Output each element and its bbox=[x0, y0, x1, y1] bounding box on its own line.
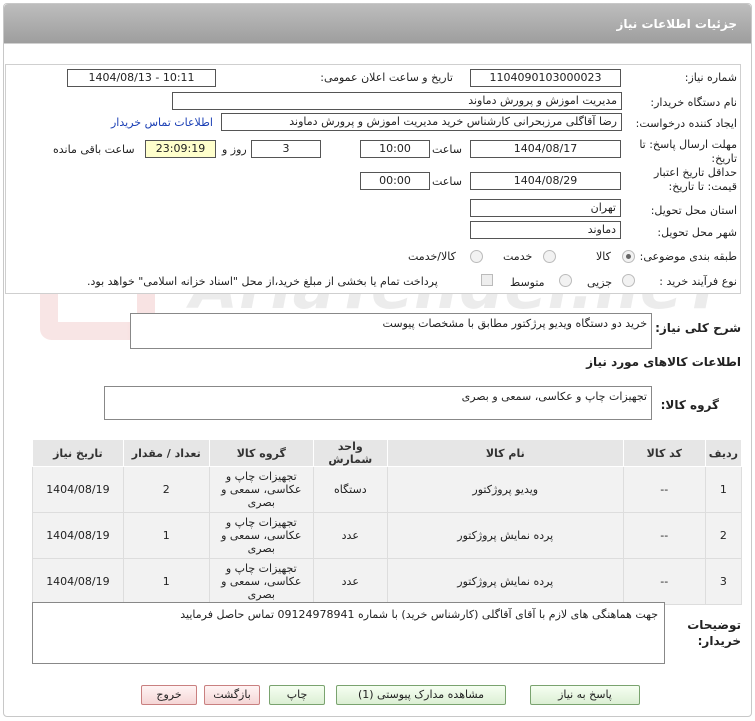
process-option-minor: جزیی bbox=[587, 276, 613, 289]
buyer-org-label: نام دستگاه خریدار: bbox=[650, 96, 737, 109]
col-header-item-code: کد کالا bbox=[622, 439, 706, 467]
remaining-time-label: ساعت باقی مانده bbox=[53, 143, 135, 156]
cell-quantity: 2 bbox=[122, 466, 210, 513]
cell-item-name: ویدیو پروژکتور bbox=[386, 466, 624, 513]
treasury-payment-checkbox[interactable] bbox=[481, 274, 493, 286]
deadline-label: مهلت ارسال پاسخ: تا تاریخ: bbox=[639, 138, 737, 165]
cell-quantity: 1 bbox=[122, 558, 210, 605]
category-option-service: خدمت bbox=[503, 250, 533, 263]
cell-unit: دستگاه bbox=[312, 466, 388, 513]
back-button[interactable]: بازگشت bbox=[204, 685, 260, 705]
city-label: شهر محل تحویل: bbox=[657, 226, 737, 239]
category-option-goods: کالا bbox=[596, 250, 611, 263]
validity-time-field: 00:00 bbox=[360, 172, 430, 190]
view-attachments-button[interactable]: مشاهده مدارک پیوستی (1) bbox=[336, 685, 506, 705]
cell-goods-group: تجهیزات چاپ و عکاسی، سمعی و بصری bbox=[208, 466, 314, 513]
category-radio-goods[interactable] bbox=[622, 250, 635, 263]
province-field: تهران bbox=[470, 199, 621, 217]
cell-item-code: -- bbox=[622, 558, 706, 605]
announce-date-label: تاریخ و ساعت اعلان عمومی: bbox=[320, 71, 453, 84]
cell-item-code: -- bbox=[622, 466, 706, 513]
items-table: ردیف کد کالا نام کالا واحد شمارش گروه کا… bbox=[32, 439, 743, 605]
creator-label: ایجاد کننده درخواست: bbox=[635, 117, 737, 130]
city-field: دماوند bbox=[470, 221, 621, 239]
cell-row-number: 1 bbox=[704, 466, 743, 513]
buyer-contact-link[interactable]: اطلاعات تماس خریدار bbox=[111, 116, 213, 129]
cell-need-date: 1404/08/19 bbox=[32, 558, 124, 605]
category-radio-goods-service[interactable] bbox=[470, 250, 483, 263]
validity-date-field: 1404/08/29 bbox=[470, 172, 621, 190]
cell-unit: عدد bbox=[312, 558, 388, 605]
goods-section-title: اطلاعات کالاهای مورد نیاز bbox=[586, 355, 741, 369]
creator-field: رضا آقاگلی مرزبحرانی کارشناس خرید مدیریت… bbox=[221, 113, 622, 131]
province-label: استان محل تحویل: bbox=[650, 204, 737, 217]
col-header-item-name: نام کالا bbox=[386, 439, 624, 467]
cell-goods-group: تجهیزات چاپ و عکاسی، سمعی و بصری bbox=[208, 512, 314, 559]
cell-row-number: 2 bbox=[704, 512, 743, 559]
category-option-goods-service: کالا/خدمت bbox=[408, 250, 456, 263]
cell-need-date: 1404/08/19 bbox=[32, 512, 124, 559]
buyer-notes-label: توضیحات خریدار: bbox=[687, 618, 741, 648]
deadline-time-label: ساعت bbox=[432, 143, 462, 156]
col-header-quantity: تعداد / مقدار bbox=[122, 439, 210, 467]
print-button[interactable]: چاپ bbox=[269, 685, 325, 705]
summary-field: خرید دو دستگاه ویدیو پرژکتور مطابق با مش… bbox=[130, 313, 652, 349]
buyer-notes-field: جهت هماهنگی های لازم با آقای آقاگلی (کار… bbox=[32, 602, 665, 664]
table-header-row: ردیف کد کالا نام کالا واحد شمارش گروه کا… bbox=[32, 439, 743, 467]
col-header-unit: واحد شمارش bbox=[312, 439, 388, 467]
category-radio-service[interactable] bbox=[543, 250, 556, 263]
table-row: 1 -- ویدیو پروژکتور دستگاه تجهیزات چاپ و… bbox=[32, 466, 743, 513]
process-radio-medium[interactable] bbox=[559, 274, 572, 287]
cell-item-code: -- bbox=[622, 512, 706, 559]
need-number-field: 1104090103000023 bbox=[470, 69, 621, 87]
panel-title: جزئیات اطلاعات نیاز bbox=[4, 4, 751, 44]
cell-row-number: 3 bbox=[704, 558, 743, 605]
cell-quantity: 1 bbox=[122, 512, 210, 559]
process-option-medium: متوسط bbox=[510, 276, 545, 289]
reply-button[interactable]: پاسخ به نیاز bbox=[530, 685, 640, 705]
table-row: 2 -- پرده نمایش پروژکتور عدد تجهیزات چاپ… bbox=[32, 512, 743, 559]
cell-item-name: پرده نمایش پروژکتور bbox=[386, 512, 624, 559]
process-label: نوع فرآیند خرید : bbox=[659, 275, 737, 288]
category-label: طبقه بندی موضوعی: bbox=[639, 250, 737, 263]
col-header-row-number: ردیف bbox=[704, 439, 743, 467]
col-header-need-date: تاریخ نیاز bbox=[32, 439, 124, 467]
treasury-payment-note: پرداخت تمام یا بخشی از مبلغ خرید،از محل … bbox=[87, 275, 438, 288]
validity-label: حداقل تاریخ اعتبار قیمت: تا تاریخ: bbox=[653, 166, 737, 193]
need-number-label: شماره نیاز: bbox=[684, 71, 737, 84]
goods-group-label: گروه کالا: bbox=[660, 398, 719, 412]
goods-group-field: تجهیزات چاپ و عکاسی، سمعی و بصری bbox=[104, 386, 652, 420]
exit-button[interactable]: خروج bbox=[141, 685, 197, 705]
cell-item-name: پرده نمایش پروژکتور bbox=[386, 558, 624, 605]
remaining-time-field: 23:09:19 bbox=[145, 140, 216, 158]
cell-need-date: 1404/08/19 bbox=[32, 466, 124, 513]
buyer-org-field: مدیریت اموزش و پرورش دماوند bbox=[172, 92, 622, 110]
announce-date-field: 1404/08/13 - 10:11 bbox=[67, 69, 216, 87]
deadline-time-field: 10:00 bbox=[360, 140, 430, 158]
days-label: روز و bbox=[222, 143, 247, 156]
validity-time-label: ساعت bbox=[432, 175, 462, 188]
cell-unit: عدد bbox=[312, 512, 388, 559]
days-remaining-field: 3 bbox=[251, 140, 321, 158]
deadline-date-field: 1404/08/17 bbox=[470, 140, 621, 158]
summary-label: شرح کلی نیاز: bbox=[655, 321, 741, 335]
col-header-goods-group: گروه کالا bbox=[208, 439, 314, 467]
cell-goods-group: تجهیزات چاپ و عکاسی، سمعی و بصری bbox=[208, 558, 314, 605]
table-row: 3 -- پرده نمایش پروژکتور عدد تجهیزات چاپ… bbox=[32, 558, 743, 605]
process-radio-minor[interactable] bbox=[622, 274, 635, 287]
